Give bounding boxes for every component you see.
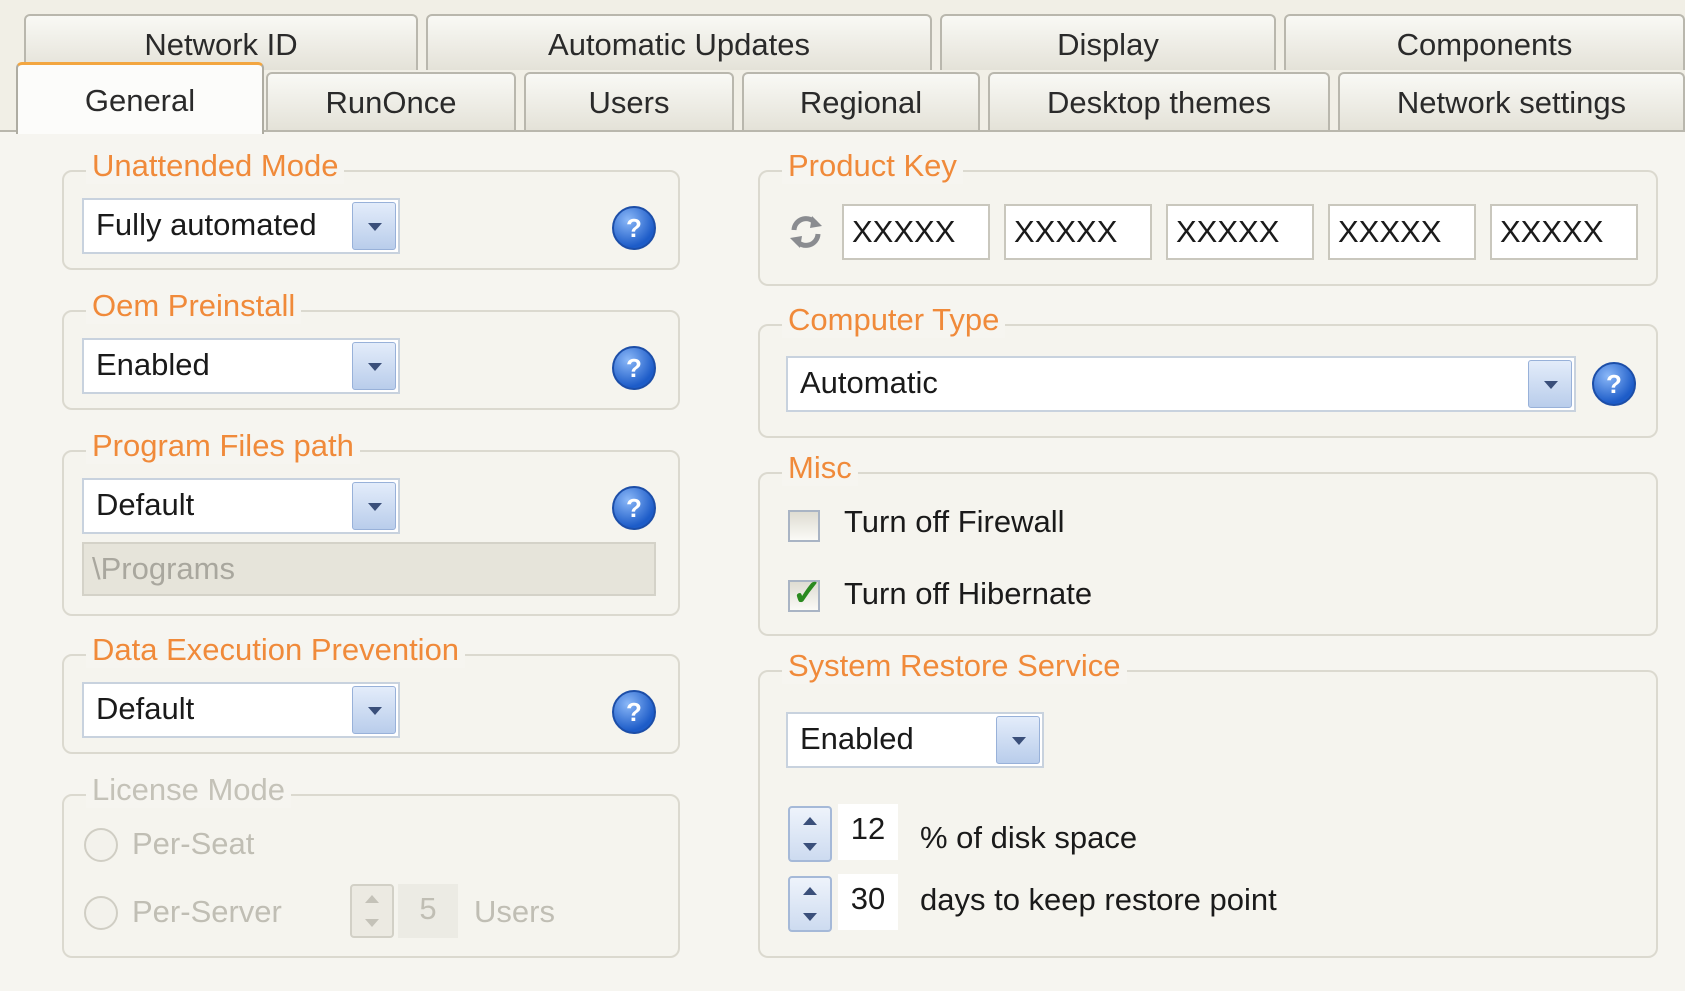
program-files-select[interactable]: Default (82, 478, 400, 534)
help-icon[interactable]: ? (1592, 362, 1636, 406)
tab-network-settings[interactable]: Network settings (1338, 72, 1685, 130)
unattended-mode-legend: Unattended Mode (86, 148, 345, 184)
tab-general[interactable]: General (16, 62, 264, 134)
dep-select[interactable]: Default (82, 682, 400, 738)
per-server-label: Per-Server (132, 894, 282, 929)
dep-legend: Data Execution Prevention (86, 632, 466, 668)
product-key-part-5[interactable]: XXXXX (1490, 204, 1638, 260)
refresh-key-icon[interactable] (786, 212, 826, 252)
restore-days-label: days to keep restore point (920, 882, 1277, 917)
disk-space-spinner[interactable] (788, 806, 832, 862)
turn-off-firewall-label[interactable]: Turn off Firewall (844, 504, 1065, 540)
unattended-mode-value: Fully automated (96, 207, 317, 242)
program-files-path-input[interactable]: \Programs (82, 542, 656, 596)
restore-days-value[interactable]: 30 (838, 874, 898, 930)
help-icon[interactable]: ? (612, 486, 656, 530)
oem-preinstall-select[interactable]: Enabled (82, 338, 400, 394)
chevron-down-icon[interactable] (1528, 360, 1572, 408)
tab-runonce[interactable]: RunOnce (266, 72, 516, 130)
tab-regional[interactable]: Regional (742, 72, 980, 130)
restore-days-spinner[interactable] (788, 876, 832, 932)
tab-display[interactable]: Display (940, 14, 1276, 70)
dep-value: Default (96, 691, 195, 726)
disk-space-label: % of disk space (920, 820, 1138, 855)
system-restore-legend: System Restore Service (782, 648, 1127, 684)
product-key-part-2[interactable]: XXXXX (1004, 204, 1152, 260)
oem-preinstall-value: Enabled (96, 347, 210, 382)
license-mode-group: License Mode Per-Seat Per-Server 5 Users (62, 772, 680, 958)
tab-desktop-themes[interactable]: Desktop themes (988, 72, 1330, 130)
per-seat-radio[interactable] (84, 828, 118, 862)
product-key-part-3[interactable]: XXXXX (1166, 204, 1314, 260)
computer-type-select[interactable]: Automatic (786, 356, 1576, 412)
oem-preinstall-group: Oem Preinstall Enabled ? (62, 288, 680, 410)
general-panel: Unattended Mode Fully automated ? Oem Pr… (0, 132, 1685, 991)
misc-legend: Misc (782, 450, 858, 486)
chevron-down-icon[interactable] (352, 342, 396, 390)
chevron-down-icon[interactable] (352, 482, 396, 530)
turn-off-hibernate-checkbox[interactable] (788, 572, 822, 614)
users-label: Users (474, 894, 555, 929)
program-files-value: Default (96, 487, 195, 522)
per-seat-label: Per-Seat (132, 826, 255, 861)
chevron-down-icon[interactable] (352, 202, 396, 250)
product-key-legend: Product Key (782, 148, 963, 184)
product-key-part-1[interactable]: XXXXX (842, 204, 990, 260)
computer-type-group: Computer Type Automatic ? (758, 302, 1658, 438)
help-icon[interactable]: ? (612, 690, 656, 734)
users-spinner[interactable] (350, 884, 394, 938)
license-mode-legend: License Mode (86, 772, 292, 808)
users-value[interactable]: 5 (398, 884, 458, 938)
unattended-mode-group: Unattended Mode Fully automated ? (62, 148, 680, 270)
oem-preinstall-legend: Oem Preinstall (86, 288, 302, 324)
help-icon[interactable]: ? (612, 346, 656, 390)
turn-off-firewall-checkbox[interactable] (788, 510, 820, 542)
disk-space-value[interactable]: 12 (838, 804, 898, 860)
tab-users[interactable]: Users (524, 72, 734, 130)
per-server-radio[interactable] (84, 896, 118, 930)
program-files-group: Program Files path Default ? \Programs (62, 428, 680, 616)
computer-type-legend: Computer Type (782, 302, 1006, 338)
tab-strip: Network ID Automatic Updates Display Com… (0, 0, 1685, 134)
tab-components[interactable]: Components (1284, 14, 1685, 70)
dep-group: Data Execution Prevention Default ? (62, 632, 680, 754)
product-key-group: Product Key XXXXX XXXXX XXXXX XXXXX XXXX… (758, 148, 1658, 286)
chevron-down-icon[interactable] (352, 686, 396, 734)
system-restore-value: Enabled (800, 721, 914, 756)
misc-group: Misc Turn off Firewall Turn off Hibernat… (758, 450, 1658, 636)
program-files-legend: Program Files path (86, 428, 360, 464)
turn-off-hibernate-label[interactable]: Turn off Hibernate (844, 576, 1092, 612)
computer-type-value: Automatic (800, 365, 938, 400)
unattended-mode-select[interactable]: Fully automated (82, 198, 400, 254)
tab-automatic-updates[interactable]: Automatic Updates (426, 14, 932, 70)
system-restore-select[interactable]: Enabled (786, 712, 1044, 768)
system-restore-group: System Restore Service Enabled 12 % of d… (758, 648, 1658, 958)
product-key-part-4[interactable]: XXXXX (1328, 204, 1476, 260)
help-icon[interactable]: ? (612, 206, 656, 250)
chevron-down-icon[interactable] (996, 716, 1040, 764)
